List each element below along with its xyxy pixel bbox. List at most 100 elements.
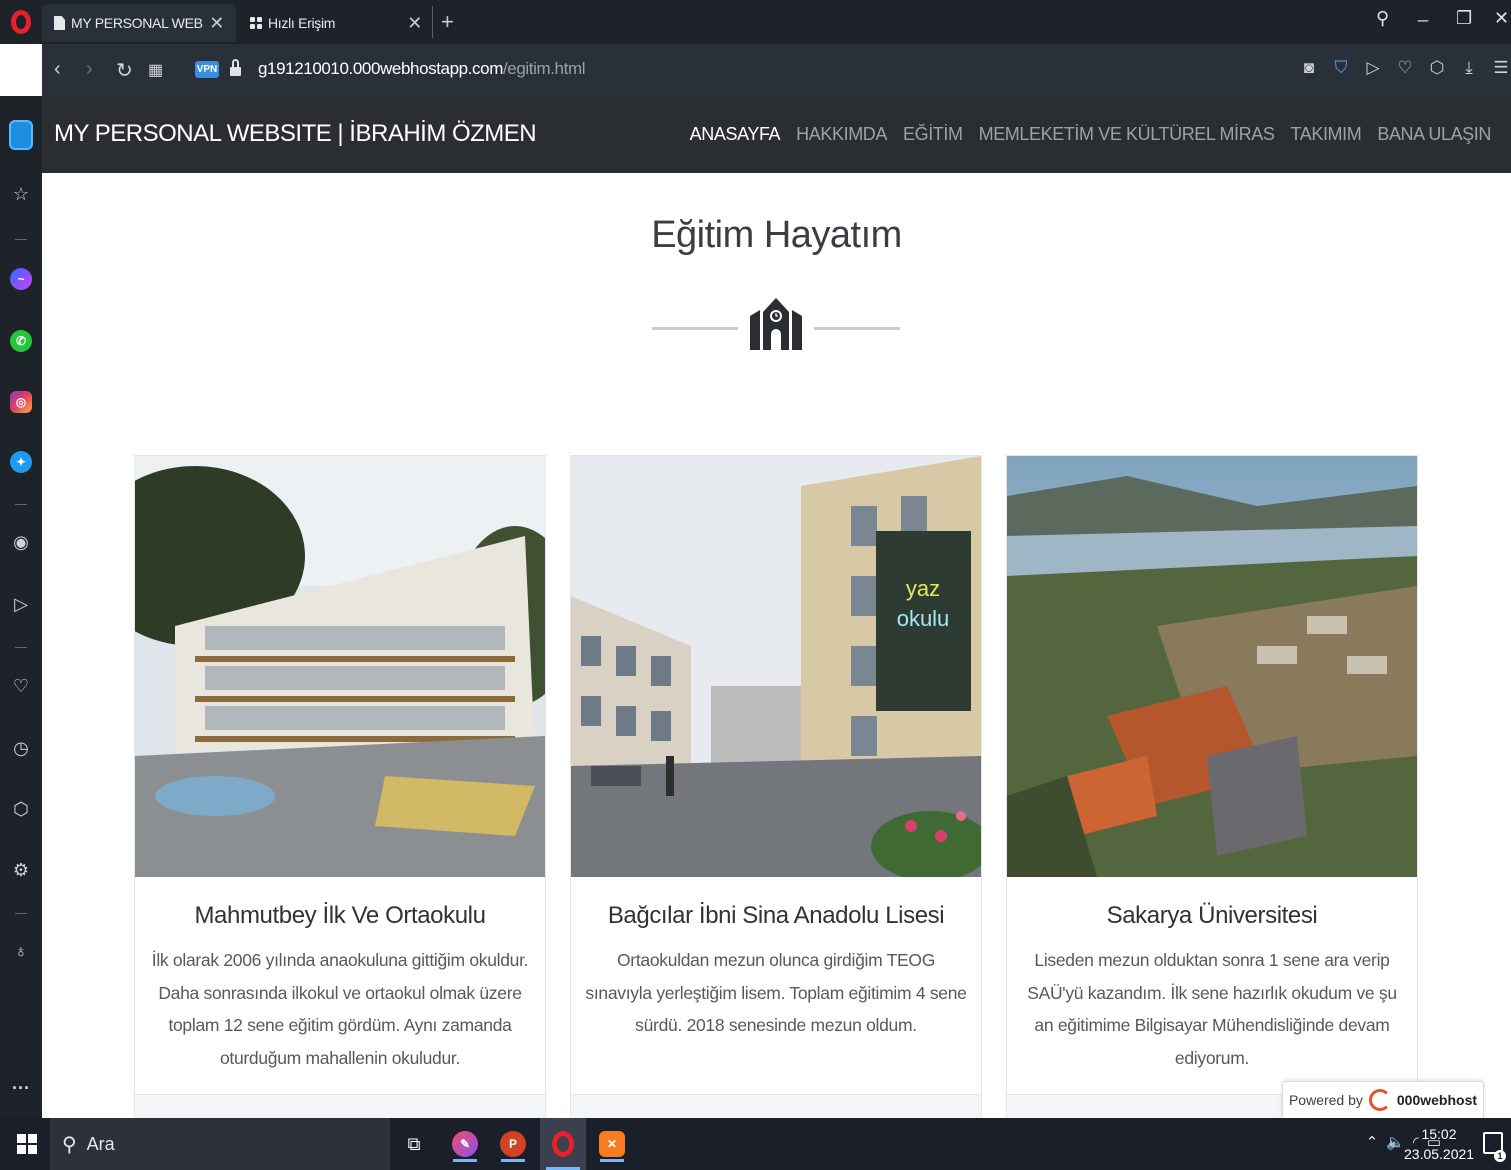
home-button[interactable] <box>0 120 42 150</box>
powered-by-badge[interactable]: Powered by 000webhost <box>1282 1081 1484 1118</box>
whatsapp-button[interactable]: ✆ <box>0 330 42 352</box>
task-view-icon: ⧉ <box>407 1133 421 1154</box>
card-text: Liseden mezun olduktan sonra 1 sene ara … <box>1027 950 1397 1068</box>
snapshot-icon[interactable]: ◙ <box>1299 58 1319 78</box>
tab-speed-dial[interactable]: Hızlı Erişim ✕ <box>238 4 434 42</box>
extensions-icon[interactable]: ⬡ <box>0 799 42 820</box>
powered-by-label: Powered by <box>1288 1092 1363 1108</box>
player-icon[interactable]: ◉ <box>0 532 42 553</box>
education-card: yaz okulu Bağcılar İbni Sina Anadolu Lis… <box>570 455 982 1134</box>
heart-icon[interactable]: ♡ <box>1395 58 1415 78</box>
vpn-badge[interactable]: VPN <box>195 61 219 78</box>
taskbar-app-powerpoint[interactable]: P <box>495 1126 531 1162</box>
university-aerial-photo <box>1007 456 1417 877</box>
site-navbar: MY PERSONAL WEBSITE | İBRAHİM ÖZMEN ANAS… <box>42 96 1511 173</box>
tab-personal-website[interactable]: MY PERSONAL WEBSITE | İ ✕ <box>42 4 236 42</box>
search-placeholder: Ara <box>86 1133 115 1154</box>
home-icon <box>9 120 33 150</box>
site-brand[interactable]: MY PERSONAL WEBSITE | İBRAHİM ÖZMEN <box>54 120 537 148</box>
taskbar-clock[interactable]: 15:02 23.05.2021 <box>1404 1124 1474 1164</box>
svg-text:yaz: yaz <box>906 576 940 601</box>
address-bar: ‹ › ↻ ▦ VPN g191210010.000webhostapp.com… <box>42 44 1511 96</box>
opera-icon <box>552 1131 574 1157</box>
clock-date: 23.05.2021 <box>1404 1146 1475 1162</box>
card-text: İlk olarak 2006 yılında anaokuluna gitti… <box>151 950 529 1068</box>
url-field[interactable]: g191210010.000webhostapp.com/egitim.html <box>258 59 585 79</box>
xampp-icon: ✕ <box>599 1131 625 1157</box>
flow-icon[interactable]: ▷ <box>0 594 42 615</box>
clock-time: 15:02 <box>1421 1126 1457 1142</box>
nav-link-takimim[interactable]: TAKIMIM <box>1290 124 1361 145</box>
000webhost-logo-icon <box>1368 1089 1391 1111</box>
search-icon: ⚲ <box>62 1133 77 1156</box>
nav-link-hakkimda[interactable]: HAKKIMDA <box>796 124 887 145</box>
taskbar-search[interactable]: ⚲ Ara <box>50 1118 390 1170</box>
minimize-button[interactable]: _ <box>1418 2 1428 23</box>
card-title: Mahmutbey İlk Ve Ortaokulu <box>194 902 486 929</box>
taskbar-app-xampp[interactable]: ✕ <box>594 1126 630 1162</box>
education-card: Sakarya Üniversitesi Liseden mezun olduk… <box>1006 455 1418 1134</box>
nav-link-bana-ulasin[interactable]: BANA ULAŞIN <box>1377 124 1491 145</box>
taskbar-app-paint[interactable]: ✎ <box>447 1126 483 1162</box>
instagram-button[interactable]: ◎ <box>0 391 42 413</box>
messenger-button[interactable]: ~ <box>0 268 42 290</box>
taskbar-app-opera[interactable] <box>540 1118 586 1170</box>
card-text: Ortaokuldan mezun olunca girdiğim TEOG s… <box>585 950 967 1035</box>
page-title: Eğitim Hayatım <box>651 214 902 256</box>
new-tab-button[interactable]: + <box>432 6 454 38</box>
tips-bulb-icon[interactable]: ♁ <box>0 941 42 962</box>
speed-dial-icon <box>250 17 262 29</box>
close-tab-icon[interactable]: ✕ <box>407 13 422 34</box>
settings-gear-icon[interactable]: ⚙ <box>0 860 42 881</box>
card-title: Sakarya Üniversitesi <box>1106 902 1318 929</box>
chevron-up-icon[interactable]: ⌃ <box>1366 1133 1379 1151</box>
history-icon[interactable]: ◷ <box>0 738 42 759</box>
nav-link-egitim[interactable]: EĞİTİM <box>903 124 963 145</box>
powerpoint-icon: P <box>500 1131 526 1157</box>
card-title: Bağcılar İbni Sina Anadolu Lisesi <box>607 902 945 929</box>
address-bar-tools: ◙ ⛉ ▷ ♡ ⬡ ⤓ ☰ <box>1299 58 1511 78</box>
back-button[interactable]: ‹ <box>54 58 61 81</box>
nav-link-anasayfa[interactable]: ANASAYFA <box>690 124 781 145</box>
opera-menu-button[interactable] <box>0 0 42 44</box>
search-tabs-icon[interactable]: ⚲ <box>1376 8 1389 29</box>
tab-title: MY PERSONAL WEBSITE | İ <box>71 15 203 31</box>
instagram-icon: ◎ <box>10 391 32 413</box>
powered-brand: 000webhost <box>1396 1092 1478 1108</box>
start-button[interactable] <box>17 1134 37 1154</box>
task-view-button[interactable]: ⧉ <box>396 1126 432 1162</box>
twitter-button[interactable]: ✦ <box>0 451 42 473</box>
school-building-icon <box>750 298 802 350</box>
easy-setup-icon[interactable]: ☰ <box>1491 58 1511 78</box>
opera-sidebar: ☆ ~ ✆ ◎ ✦ ◉ ▷ ♡ ◷ ⬡ ⚙ ♁ ··· <box>0 96 42 1118</box>
lock-icon[interactable] <box>230 59 241 77</box>
messenger-icon: ~ <box>10 268 32 290</box>
download-icon[interactable]: ⤓ <box>1459 58 1479 78</box>
send-icon[interactable]: ▷ <box>1363 58 1383 78</box>
reload-button[interactable]: ↻ <box>116 58 133 83</box>
shield-icon[interactable]: ⛉ <box>1331 58 1351 78</box>
nav-link-memleketim[interactable]: MEMLEKETİM VE KÜLTÜREL MİRAS <box>979 124 1275 145</box>
bookmarks-heart-icon[interactable]: ♡ <box>0 676 42 697</box>
url-host: g191210010.000webhostapp.com <box>258 59 503 78</box>
education-card: Mahmutbey İlk Ve Ortaokulu İlk olarak 20… <box>134 455 546 1134</box>
more-icon[interactable]: ··· <box>0 1078 42 1099</box>
section-divider <box>652 294 900 350</box>
tab-title: Hızlı Erişim <box>268 15 336 31</box>
cube-icon[interactable]: ⬡ <box>1427 58 1447 78</box>
restore-button[interactable]: ❐ <box>1456 8 1472 29</box>
whatsapp-icon: ✆ <box>10 330 32 352</box>
volume-icon[interactable]: 🔈 <box>1386 1133 1405 1151</box>
windows-taskbar: ⚲ Ara ⧉ ✎ P ✕ ⌃ 🔈 ◜ ▭ 15:02 23.05.2021 1 <box>0 1118 1511 1170</box>
twitter-icon: ✦ <box>10 451 32 473</box>
url-path: /egitim.html <box>502 59 586 78</box>
document-icon <box>54 16 65 30</box>
browser-tab-bar: MY PERSONAL WEBSITE | İ ✕ Hızlı Erişim ✕… <box>0 0 1511 44</box>
close-window-button[interactable]: ✕ <box>1494 8 1509 29</box>
forward-button[interactable]: › <box>86 58 93 81</box>
high-school-photo: yaz okulu <box>571 456 981 877</box>
close-tab-icon[interactable]: ✕ <box>209 13 224 34</box>
divider-line <box>814 327 900 330</box>
tab-grid-icon[interactable]: ▦ <box>148 60 163 80</box>
star-icon[interactable]: ☆ <box>0 184 42 205</box>
